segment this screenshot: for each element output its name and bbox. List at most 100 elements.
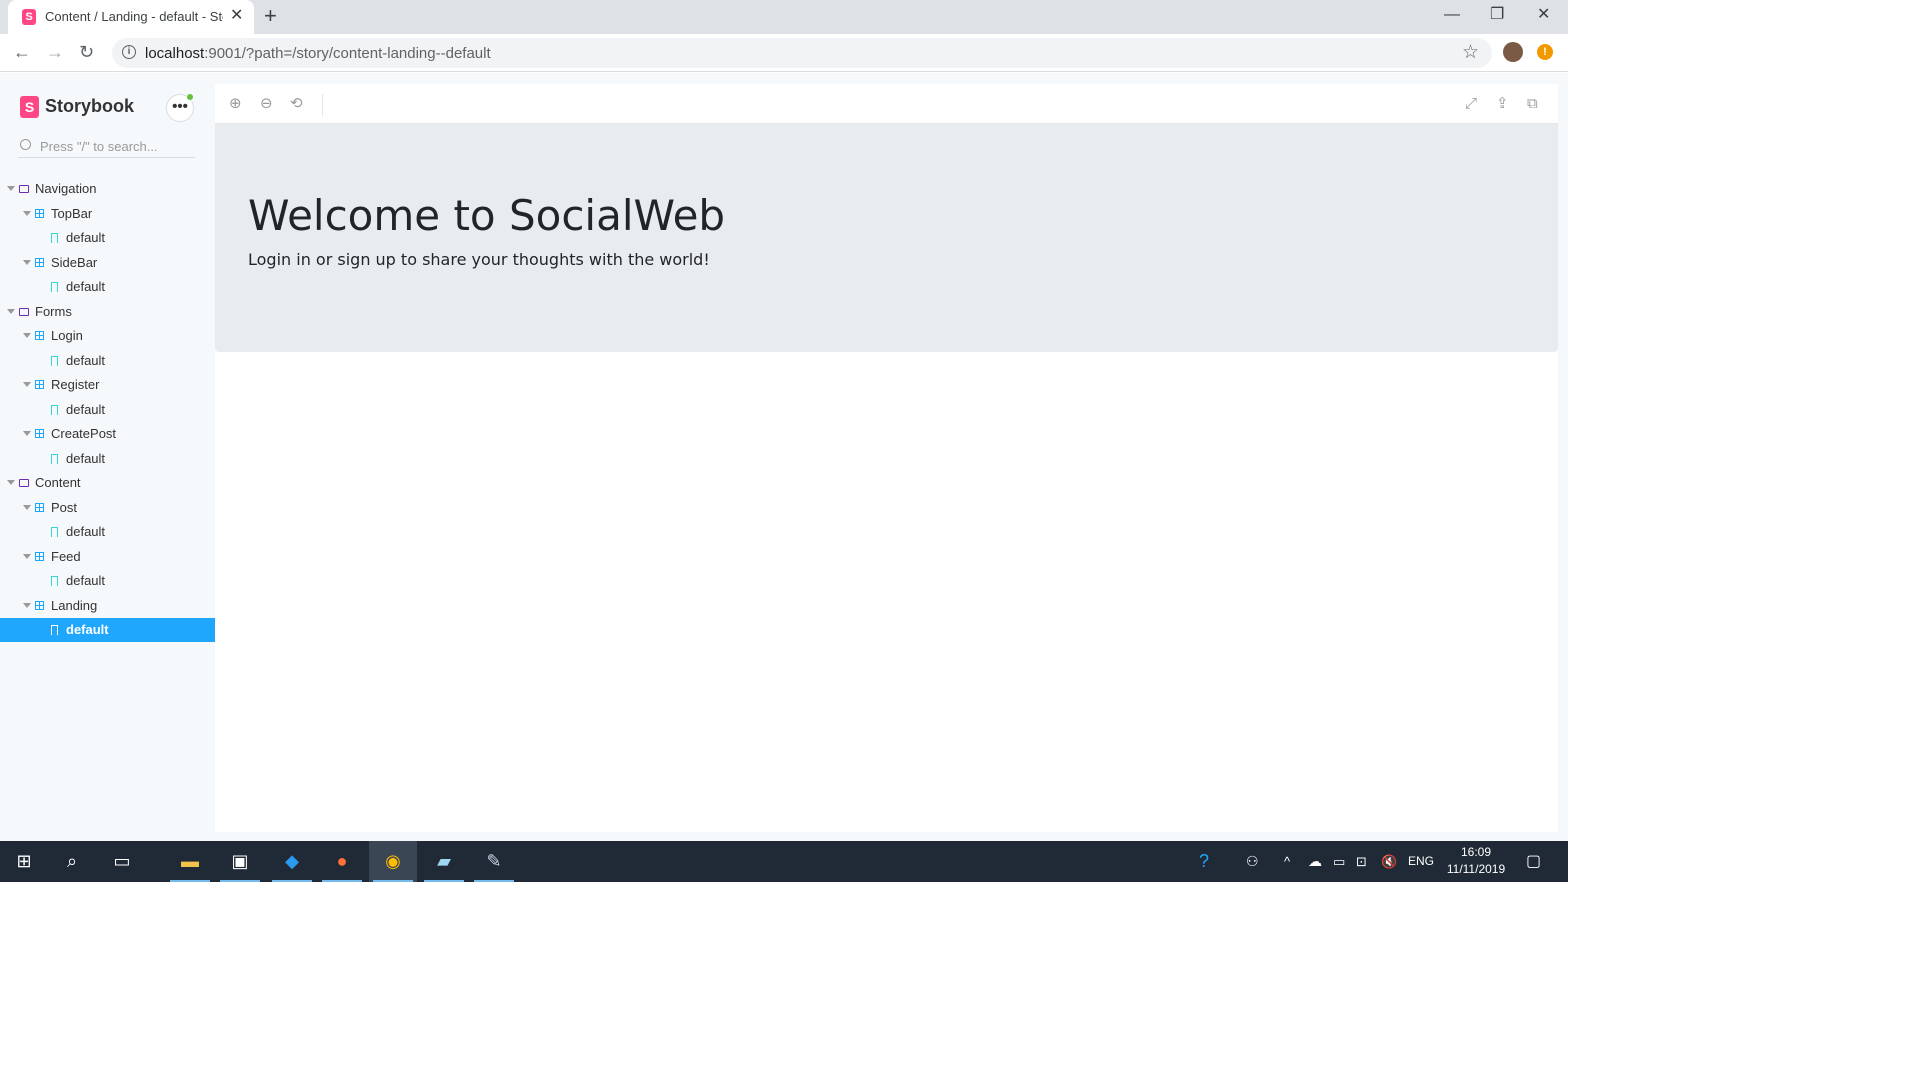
tree-item-label: default: [66, 573, 106, 588]
tree-item-component[interactable]: Login: [0, 324, 215, 348]
tree-item-story[interactable]: default: [0, 398, 215, 422]
volume-muted-icon[interactable]: 🔇: [1381, 841, 1397, 882]
tree-item-story[interactable]: default: [0, 569, 215, 593]
language-indicator[interactable]: ENG: [1408, 841, 1434, 882]
tray-chevron-up-icon[interactable]: ^: [1284, 841, 1290, 882]
close-tab-icon[interactable]: ✕: [230, 7, 243, 25]
zoom-out-icon[interactable]: ⊖: [260, 95, 273, 113]
people-icon[interactable]: ⚇: [1246, 841, 1259, 882]
tree-item-component[interactable]: Post: [0, 496, 215, 520]
notifications-icon[interactable]: ▢: [1526, 841, 1541, 882]
zoom-in-icon[interactable]: ⊕: [229, 95, 242, 113]
bookmark-icon: [51, 233, 58, 243]
tree-item-story[interactable]: default: [0, 447, 215, 471]
bookmark-star-icon[interactable]: ☆: [1462, 41, 1479, 64]
tree-item-label: SideBar: [51, 254, 98, 270]
paint-app-icon[interactable]: ✎: [470, 841, 518, 882]
notes-app-icon[interactable]: ▰: [420, 841, 468, 882]
onedrive-icon[interactable]: ☁: [1308, 841, 1322, 882]
component-icon: [35, 257, 44, 267]
fullscreen-icon[interactable]: ⤢: [1465, 95, 1477, 113]
vscode-icon[interactable]: ◆: [268, 841, 316, 882]
tree-item-label: Feed: [51, 548, 81, 564]
tree-item-story[interactable]: default: [0, 520, 215, 544]
tree-item-component[interactable]: SideBar: [0, 251, 215, 275]
taskbar-search-icon[interactable]: ⌕: [48, 841, 96, 882]
battery-icon[interactable]: ▭: [1333, 841, 1345, 882]
tree-item-component[interactable]: CreatePost: [0, 422, 215, 446]
tree-item-component[interactable]: Register: [0, 373, 215, 397]
info-icon[interactable]: i: [122, 45, 136, 59]
url-path: :9001/?path=/story/content-landing--defa…: [204, 45, 491, 62]
chevron-down-icon[interactable]: [23, 333, 31, 338]
chevron-down-icon[interactable]: [23, 210, 31, 216]
storybook-favicon-icon: S: [22, 9, 36, 25]
minimize-icon[interactable]: —: [1444, 4, 1460, 26]
storybook-brand[interactable]: Storybook: [45, 96, 134, 117]
url-text[interactable]: localhost:9001/?path=/story/content-land…: [145, 45, 491, 62]
bookmark-icon: [51, 282, 58, 292]
preview-right-gutter: [1558, 73, 1568, 841]
new-tab-button[interactable]: +: [264, 4, 277, 28]
tree-item-folder[interactable]: Content: [0, 471, 215, 495]
copy-link-icon[interactable]: ⧉: [1527, 95, 1538, 113]
browser-toolbar: ← → ↻ i localhost:9001/?path=/story/cont…: [0, 34, 1568, 72]
network-icon[interactable]: ⊡: [1356, 841, 1367, 882]
tree-item-folder[interactable]: Navigation: [0, 177, 215, 201]
storybook-logo-icon[interactable]: S: [20, 96, 39, 118]
tree-item-story[interactable]: default: [0, 226, 215, 250]
chevron-down-icon[interactable]: [23, 602, 31, 608]
tree-item-component[interactable]: Landing: [0, 594, 215, 618]
task-view-icon[interactable]: ▭: [98, 841, 146, 882]
tree-item-label: Content: [35, 475, 81, 490]
sidebar-search: [18, 136, 195, 158]
preview-toolbar: ⊕ ⊖ ⟲ ⤢ ⇪ ⧉: [215, 84, 1558, 124]
bookmark-icon: [51, 625, 58, 635]
chevron-down-icon[interactable]: [23, 431, 31, 436]
chrome-icon[interactable]: ◉: [369, 841, 417, 882]
tab-title: Content / Landing - default - Storybook: [45, 9, 223, 24]
close-window-icon[interactable]: ✕: [1537, 4, 1550, 26]
system-clock[interactable]: 16:09 11/11/2019: [1440, 844, 1512, 878]
chevron-down-icon[interactable]: [7, 308, 15, 314]
component-icon: [35, 208, 44, 218]
reload-icon[interactable]: ↻: [79, 40, 94, 64]
tree-item-story[interactable]: default: [0, 618, 215, 642]
tree-item-component[interactable]: TopBar: [0, 202, 215, 226]
tree-item-story[interactable]: default: [0, 275, 215, 299]
file-explorer-icon[interactable]: ▬: [166, 841, 214, 882]
toolbar-divider: [322, 94, 323, 116]
chevron-down-icon[interactable]: [23, 504, 31, 510]
tree-item-label: default: [66, 450, 106, 466]
preview-bottom-gutter: [215, 832, 1568, 841]
folder-icon: [19, 479, 29, 487]
back-arrow-icon[interactable]: ←: [13, 40, 31, 64]
address-bar[interactable]: i localhost:9001/?path=/story/content-la…: [112, 38, 1492, 68]
tree-item-component[interactable]: Feed: [0, 545, 215, 569]
restore-icon[interactable]: ❐: [1490, 4, 1504, 26]
tree-item-folder[interactable]: Forms: [0, 300, 215, 324]
update-alert-icon[interactable]: !: [1537, 44, 1553, 60]
chevron-down-icon[interactable]: [23, 259, 31, 265]
terminal-icon[interactable]: ▣: [216, 841, 264, 882]
windows-taskbar: ⊞ ⌕ ▭ ▬ ▣ ◆ ● ◉ ▰ ✎ ? ⚇ ^ ☁ ▭ ⊡ 🔇 ENG 16…: [0, 841, 1568, 882]
firefox-icon[interactable]: ●: [318, 841, 366, 882]
profile-avatar[interactable]: [1503, 42, 1523, 62]
zoom-reset-icon[interactable]: ⟲: [290, 95, 303, 113]
tree-item-label: CreatePost: [51, 426, 117, 441]
tree-item-label: default: [66, 524, 106, 539]
component-icon: [35, 380, 44, 389]
search-input[interactable]: [40, 136, 190, 156]
chevron-down-icon[interactable]: [7, 480, 15, 485]
bookmark-icon: [51, 404, 58, 415]
windows-start-icon[interactable]: ⊞: [0, 841, 48, 882]
chevron-down-icon[interactable]: [23, 382, 31, 387]
status-dot-icon: [186, 93, 194, 101]
browser-tab[interactable]: S Content / Landing - default - Storyboo…: [8, 0, 254, 34]
tree-item-story[interactable]: default: [0, 349, 215, 373]
help-icon[interactable]: ?: [1199, 841, 1209, 882]
chevron-down-icon[interactable]: [23, 553, 31, 559]
forward-arrow-icon[interactable]: →: [46, 40, 64, 64]
share-icon[interactable]: ⇪: [1496, 95, 1509, 113]
chevron-down-icon[interactable]: [7, 186, 15, 191]
